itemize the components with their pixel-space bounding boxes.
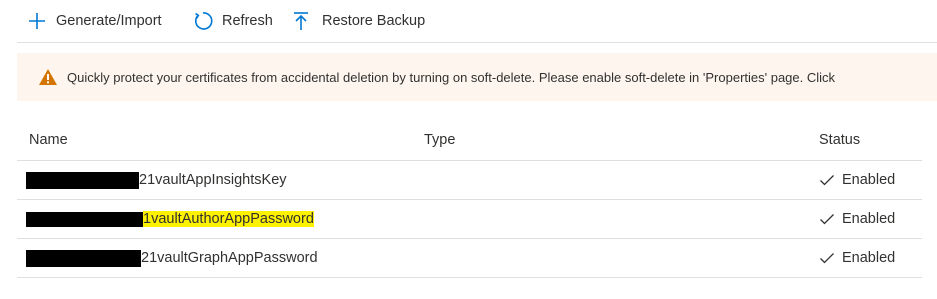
column-header-name[interactable]: Name <box>29 120 68 160</box>
table-header: Name Type Status <box>17 120 922 161</box>
status-cell: Enabled <box>819 161 895 199</box>
certificate-name: 21vaultGraphAppPassword <box>141 250 318 266</box>
table-row[interactable]: 21vaultGraphAppPassword Enabled <box>17 239 922 278</box>
checkmark-icon <box>820 253 834 264</box>
restore-backup-button[interactable]: Restore Backup <box>292 0 425 42</box>
status-cell: Enabled <box>819 200 895 238</box>
banner-message: Quickly protect your certificates from a… <box>67 69 836 85</box>
generate-import-button[interactable]: Generate/Import <box>26 0 162 42</box>
checkmark-icon <box>820 175 834 186</box>
column-header-type[interactable]: Type <box>424 120 455 160</box>
status-cell: Enabled <box>819 239 895 277</box>
warning-icon <box>39 69 57 85</box>
status-label: Enabled <box>842 211 896 227</box>
certificate-name: 1vaultAuthorAppPassword <box>143 211 314 227</box>
certificates-table: Name Type Status 21vaultAppInsightsKey E… <box>17 120 922 278</box>
toolbar-divider <box>17 42 937 43</box>
refresh-icon <box>192 10 214 32</box>
restore-backup-label: Restore Backup <box>322 13 426 29</box>
table-row[interactable]: 1vaultAuthorAppPassword Enabled <box>17 200 922 239</box>
certificate-name-cell[interactable]: 21vaultAppInsightsKey <box>26 161 287 199</box>
status-label: Enabled <box>842 250 896 266</box>
generate-import-label: Generate/Import <box>56 13 162 29</box>
status-label: Enabled <box>842 172 896 188</box>
checkmark-icon <box>820 214 834 225</box>
restore-upload-icon <box>292 11 310 31</box>
command-bar: Generate/Import Refresh Restore Backup <box>0 0 937 42</box>
redacted-prefix <box>26 171 139 189</box>
refresh-button[interactable]: Refresh <box>192 0 273 42</box>
soft-delete-warning-banner: Quickly protect your certificates from a… <box>17 53 937 101</box>
redacted-prefix <box>26 211 143 227</box>
certificate-name-cell[interactable]: 1vaultAuthorAppPassword <box>26 200 314 238</box>
certificate-name: 21vaultAppInsightsKey <box>139 172 287 188</box>
table-row[interactable]: 21vaultAppInsightsKey Enabled <box>17 161 922 200</box>
certificate-name-cell[interactable]: 21vaultGraphAppPassword <box>26 239 318 277</box>
certificates-page: Generate/Import Refresh Restore Backup Q… <box>0 0 937 299</box>
redacted-prefix <box>26 249 141 267</box>
column-header-status[interactable]: Status <box>819 120 860 160</box>
refresh-label: Refresh <box>222 13 273 29</box>
plus-icon <box>26 11 48 31</box>
